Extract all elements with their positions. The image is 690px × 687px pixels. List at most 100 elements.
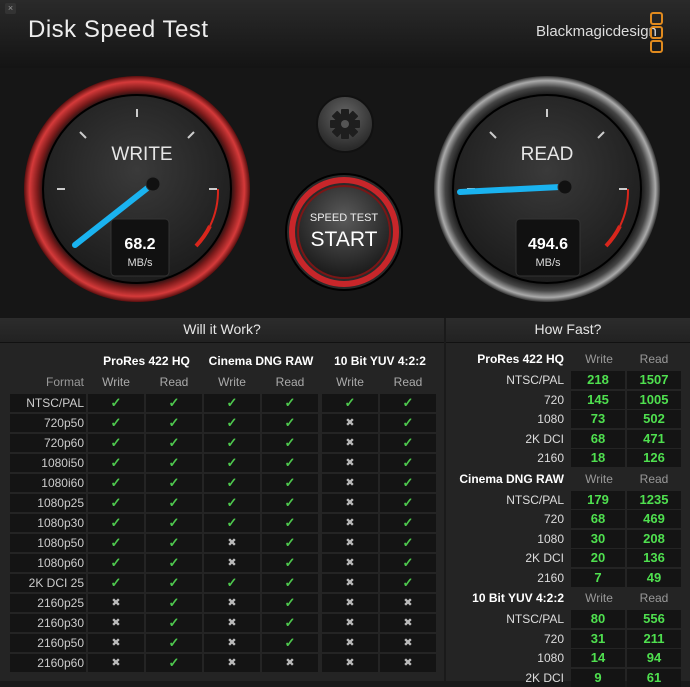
start-main-label: START	[311, 228, 378, 251]
start-top-label: SPEED TEST	[310, 212, 379, 224]
check-icon: ✓	[204, 514, 260, 532]
wiw-read-header: Read	[393, 375, 423, 389]
app-title: Disk Speed Test	[28, 16, 209, 43]
check-icon: ✓	[88, 554, 144, 572]
check-icon: ✓	[380, 574, 436, 592]
wiw-format-label: 2K DCI 25	[28, 576, 84, 590]
hf-write-value: 68	[571, 429, 625, 448]
hf-read-value: 556	[627, 610, 681, 628]
check-icon: ✓	[262, 394, 318, 412]
hf-group-1: Cinema DNG RAW	[459, 471, 564, 486]
check-icon: ✓	[88, 574, 144, 592]
wiw-format-label: NTSC/PAL	[26, 396, 84, 410]
check-icon: ✓	[380, 474, 436, 492]
wiw-group-1: Cinema DNG RAW	[208, 354, 314, 368]
hf-write-value: 218	[571, 371, 625, 389]
cross-icon: ✖	[322, 414, 378, 432]
check-icon: ✓	[88, 454, 144, 472]
check-icon: ✓	[146, 394, 202, 412]
hf-row-label: 720	[543, 631, 564, 646]
cross-icon: ✖	[88, 594, 144, 612]
will-it-work-heading: Will it Work?	[0, 318, 444, 343]
wiw-format-label: 1080p60	[37, 556, 84, 570]
gauges-svg: WRITE 68.2 MB/s READ 494.6 MB/s SPEED TE…	[24, 76, 660, 302]
cross-icon: ✖	[322, 634, 378, 652]
write-unit: MB/s	[127, 257, 153, 269]
check-icon: ✓	[380, 494, 436, 512]
cross-icon: ✖	[204, 554, 260, 572]
cross-icon: ✖	[322, 494, 378, 512]
cross-icon: ✖	[322, 594, 378, 612]
hf-row-label: 2160	[537, 451, 564, 465]
cross-icon: ✖	[322, 654, 378, 672]
cross-icon: ✖	[88, 654, 144, 672]
write-label: WRITE	[111, 144, 172, 165]
wiw-format-label: 720p50	[43, 416, 84, 430]
read-gauge: READ 494.6 MB/s	[434, 76, 660, 302]
hf-read-header: Read	[639, 471, 669, 486]
check-icon: ✓	[262, 574, 318, 592]
wiw-write-header: Write	[102, 375, 130, 389]
check-icon: ✓	[146, 594, 202, 612]
check-icon: ✓	[88, 514, 144, 532]
hf-write-header: Write	[585, 471, 613, 486]
cross-icon: ✖	[322, 454, 378, 472]
check-icon: ✓	[204, 574, 260, 592]
hf-read-value: 471	[627, 429, 681, 448]
hf-write-header: Write	[585, 352, 613, 366]
hf-row-label: NTSC/PAL	[506, 373, 564, 387]
close-button[interactable]: ×	[5, 3, 16, 14]
check-icon: ✓	[204, 474, 260, 492]
hf-row-label: 1080	[537, 651, 564, 665]
hf-row-label: NTSC/PAL	[506, 492, 564, 507]
check-icon: ✓	[380, 514, 436, 532]
check-icon: ✓	[262, 514, 318, 532]
hf-row-label: 1080	[537, 412, 564, 426]
title-bar: × Disk Speed Test Blackmagicdesign	[0, 0, 690, 69]
hf-read-value: 211	[627, 629, 681, 648]
hf-read-value: 49	[627, 568, 681, 587]
check-icon: ✓	[204, 494, 260, 512]
hf-read-value: 61	[627, 668, 681, 687]
check-icon: ✓	[262, 614, 318, 632]
settings-gear-icon[interactable]	[316, 95, 374, 153]
blackmagic-logo-icon	[650, 12, 664, 54]
check-icon: ✓	[262, 634, 318, 652]
check-icon: ✓	[262, 494, 318, 512]
cross-icon: ✖	[322, 514, 378, 532]
wiw-write-header: Write	[336, 375, 364, 389]
read-label: READ	[521, 144, 574, 165]
hf-read-value: 94	[627, 649, 681, 667]
check-icon: ✓	[262, 454, 318, 472]
hf-read-header: Read	[639, 352, 669, 366]
wiw-format-label: 720p60	[43, 436, 84, 450]
check-icon: ✓	[146, 614, 202, 632]
cross-icon: ✖	[380, 634, 436, 652]
check-icon: ✓	[146, 514, 202, 532]
check-icon: ✓	[204, 394, 260, 412]
cross-icon: ✖	[380, 594, 436, 612]
write-value: 68.2	[124, 236, 155, 253]
start-button[interactable]: SPEED TEST START	[285, 173, 403, 291]
cross-icon: ✖	[262, 654, 318, 672]
check-icon: ✓	[380, 434, 436, 452]
hf-write-value: 18	[571, 449, 625, 467]
hf-row-label: NTSC/PAL	[506, 612, 564, 626]
check-icon: ✓	[146, 654, 202, 672]
check-icon: ✓	[146, 454, 202, 472]
format-header: Format	[45, 375, 84, 389]
write-gauge: WRITE 68.2 MB/s	[24, 76, 250, 302]
hf-row-label: 720	[543, 512, 564, 526]
check-icon: ✓	[262, 554, 318, 572]
cross-icon: ✖	[204, 654, 260, 672]
cross-icon: ✖	[322, 474, 378, 492]
check-icon: ✓	[262, 414, 318, 432]
wiw-format-label: 1080i50	[41, 456, 84, 470]
cross-icon: ✖	[88, 614, 144, 632]
cross-icon: ✖	[204, 594, 260, 612]
hf-row-label: 2160	[537, 570, 564, 585]
hf-group-2: 10 Bit YUV 4:2:2	[472, 591, 564, 605]
wiw-format-label: 1080p25	[37, 496, 84, 510]
gauge-area: WRITE 68.2 MB/s READ 494.6 MB/s SPEED TE…	[0, 68, 690, 318]
hf-write-value: 145	[571, 390, 625, 409]
